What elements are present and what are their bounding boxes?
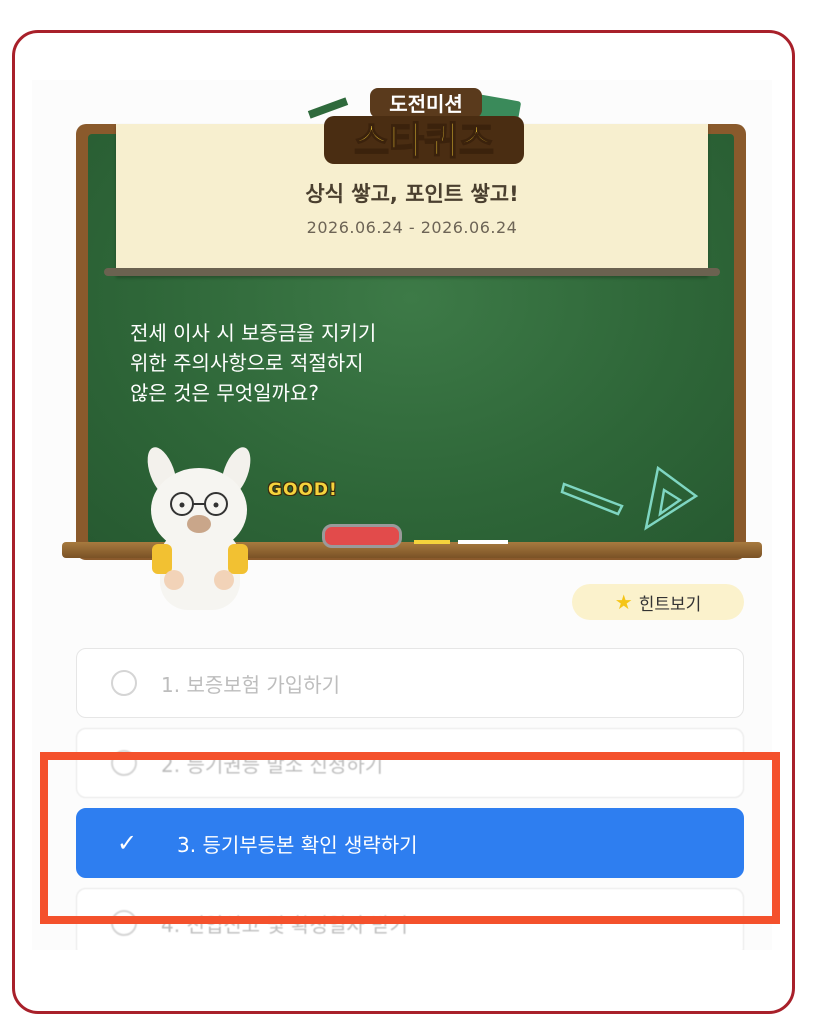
good-sticker: GOOD!: [268, 480, 338, 500]
question-line: 않은 것은 무엇일까요?: [130, 381, 319, 405]
hint-button[interactable]: ★ 힌트보기: [572, 584, 744, 620]
eraser-icon: [322, 524, 402, 548]
badge-top-text: 도전미션: [389, 92, 463, 116]
alpaca-mascot-icon: [147, 447, 251, 610]
answer-option-1[interactable]: 1. 보증보험 가입하기: [76, 648, 744, 718]
ruler-drawing-icon: [560, 465, 699, 531]
chalk-icon: [458, 540, 508, 544]
chalk-icon: [414, 540, 450, 544]
hint-label: 힌트보기: [638, 594, 702, 615]
event-period: 2026.06.24 - 2026.06.24: [306, 218, 518, 237]
star-quiz-logo: 도전미션 스타퀴즈: [307, 88, 524, 164]
highlight-box: [40, 752, 780, 924]
radio-icon: [111, 670, 137, 696]
star-icon: ★: [614, 590, 633, 614]
scroll-rod: [104, 268, 720, 276]
question-text: 전세 이사 시 보증금을 지키기 위한 주의사항으로 적절하지 않은 것은 무엇…: [130, 318, 550, 408]
badge-main-text: 스타퀴즈: [354, 119, 494, 163]
question-line: 위한 주의사항으로 적절하지: [130, 351, 364, 375]
answer-label: 1. 보증보험 가입하기: [161, 672, 340, 697]
question-line: 전세 이사 시 보증금을 지키기: [130, 321, 377, 345]
event-subtitle: 상식 쌓고, 포인트 쌓고!: [305, 182, 519, 206]
